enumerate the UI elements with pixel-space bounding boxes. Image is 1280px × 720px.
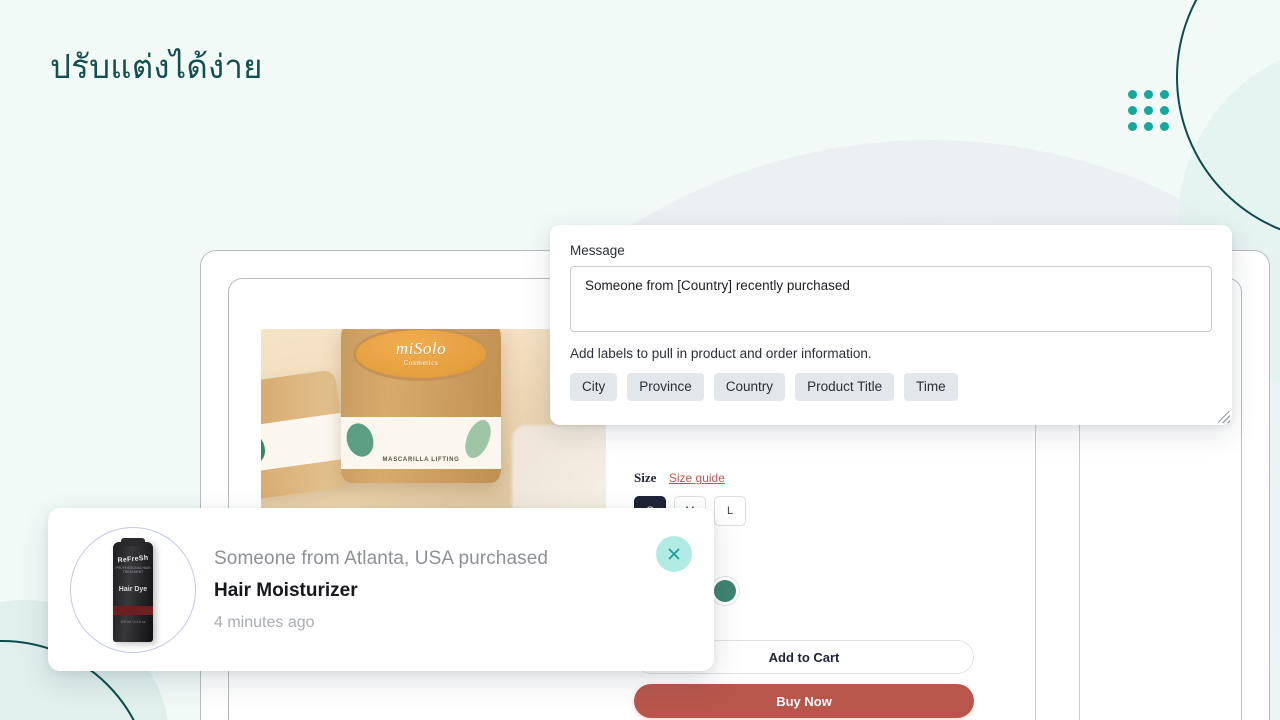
color-swatch-green[interactable] xyxy=(710,576,740,606)
chip-country[interactable]: Country xyxy=(713,373,786,401)
page-title: ปรับแต่งได้ง่าย xyxy=(50,48,263,85)
dot-grid-icon xyxy=(1128,90,1170,132)
tube-graphic: ReFreSh PROFESSIONAL HAIR TREATMENT Hair… xyxy=(113,537,153,642)
buy-now-button[interactable]: Buy Now xyxy=(634,684,974,718)
product-jar-background xyxy=(512,425,606,511)
size-label: Size xyxy=(634,470,657,485)
chip-province[interactable]: Province xyxy=(627,373,704,401)
chip-product-title[interactable]: Product Title xyxy=(795,373,895,401)
message-settings-panel: Message Someone from [Country] recently … xyxy=(550,225,1232,425)
size-option-l[interactable]: L xyxy=(714,496,746,526)
label-chip-row: City Province Country Product Title Time xyxy=(570,373,1212,401)
notification-body: Someone from Atlanta, USA purchased Hair… xyxy=(210,548,656,632)
size-section: Size Size guide S M L xyxy=(634,469,1209,526)
color-section: Color xyxy=(634,548,1209,606)
chip-time[interactable]: Time xyxy=(904,373,958,401)
product-tube-image[interactable]: ReFreSh PROFESSIONAL HAIR TREATMENT Hair… xyxy=(70,526,196,653)
color-swatches xyxy=(634,576,1209,606)
notification-product-name: Hair Moisturizer xyxy=(214,579,358,601)
message-field-label: Message xyxy=(570,243,625,258)
product-jar-main: miSolo Cosmetics MASCARILLA LIFTING xyxy=(341,329,501,483)
resize-handle-icon[interactable] xyxy=(1218,411,1230,423)
product-jar-band: MASCARILLA LIFTING xyxy=(341,417,501,469)
screenshot-stage: ปรับแต่งได้ง่าย miSolo Cosmetics MASCARI… xyxy=(0,0,1280,720)
chip-city[interactable]: City xyxy=(570,373,618,401)
message-hint-text: Add labels to pull in product and order … xyxy=(570,346,872,361)
notification-subject: Someone from Atlanta, USA purchased xyxy=(214,547,549,569)
size-options: S M L xyxy=(634,496,1209,526)
product-jar-side xyxy=(261,369,351,503)
size-guide-link[interactable]: Size guide xyxy=(669,471,725,485)
message-textarea[interactable]: Someone from [Country] recently purchase… xyxy=(570,266,1212,332)
notification-timestamp: 4 minutes ago xyxy=(214,613,315,631)
purchase-notification-card: ReFreSh PROFESSIONAL HAIR TREATMENT Hair… xyxy=(48,508,714,671)
hero-brand-text: miSolo Cosmetics xyxy=(395,339,447,367)
close-icon[interactable] xyxy=(656,536,692,572)
